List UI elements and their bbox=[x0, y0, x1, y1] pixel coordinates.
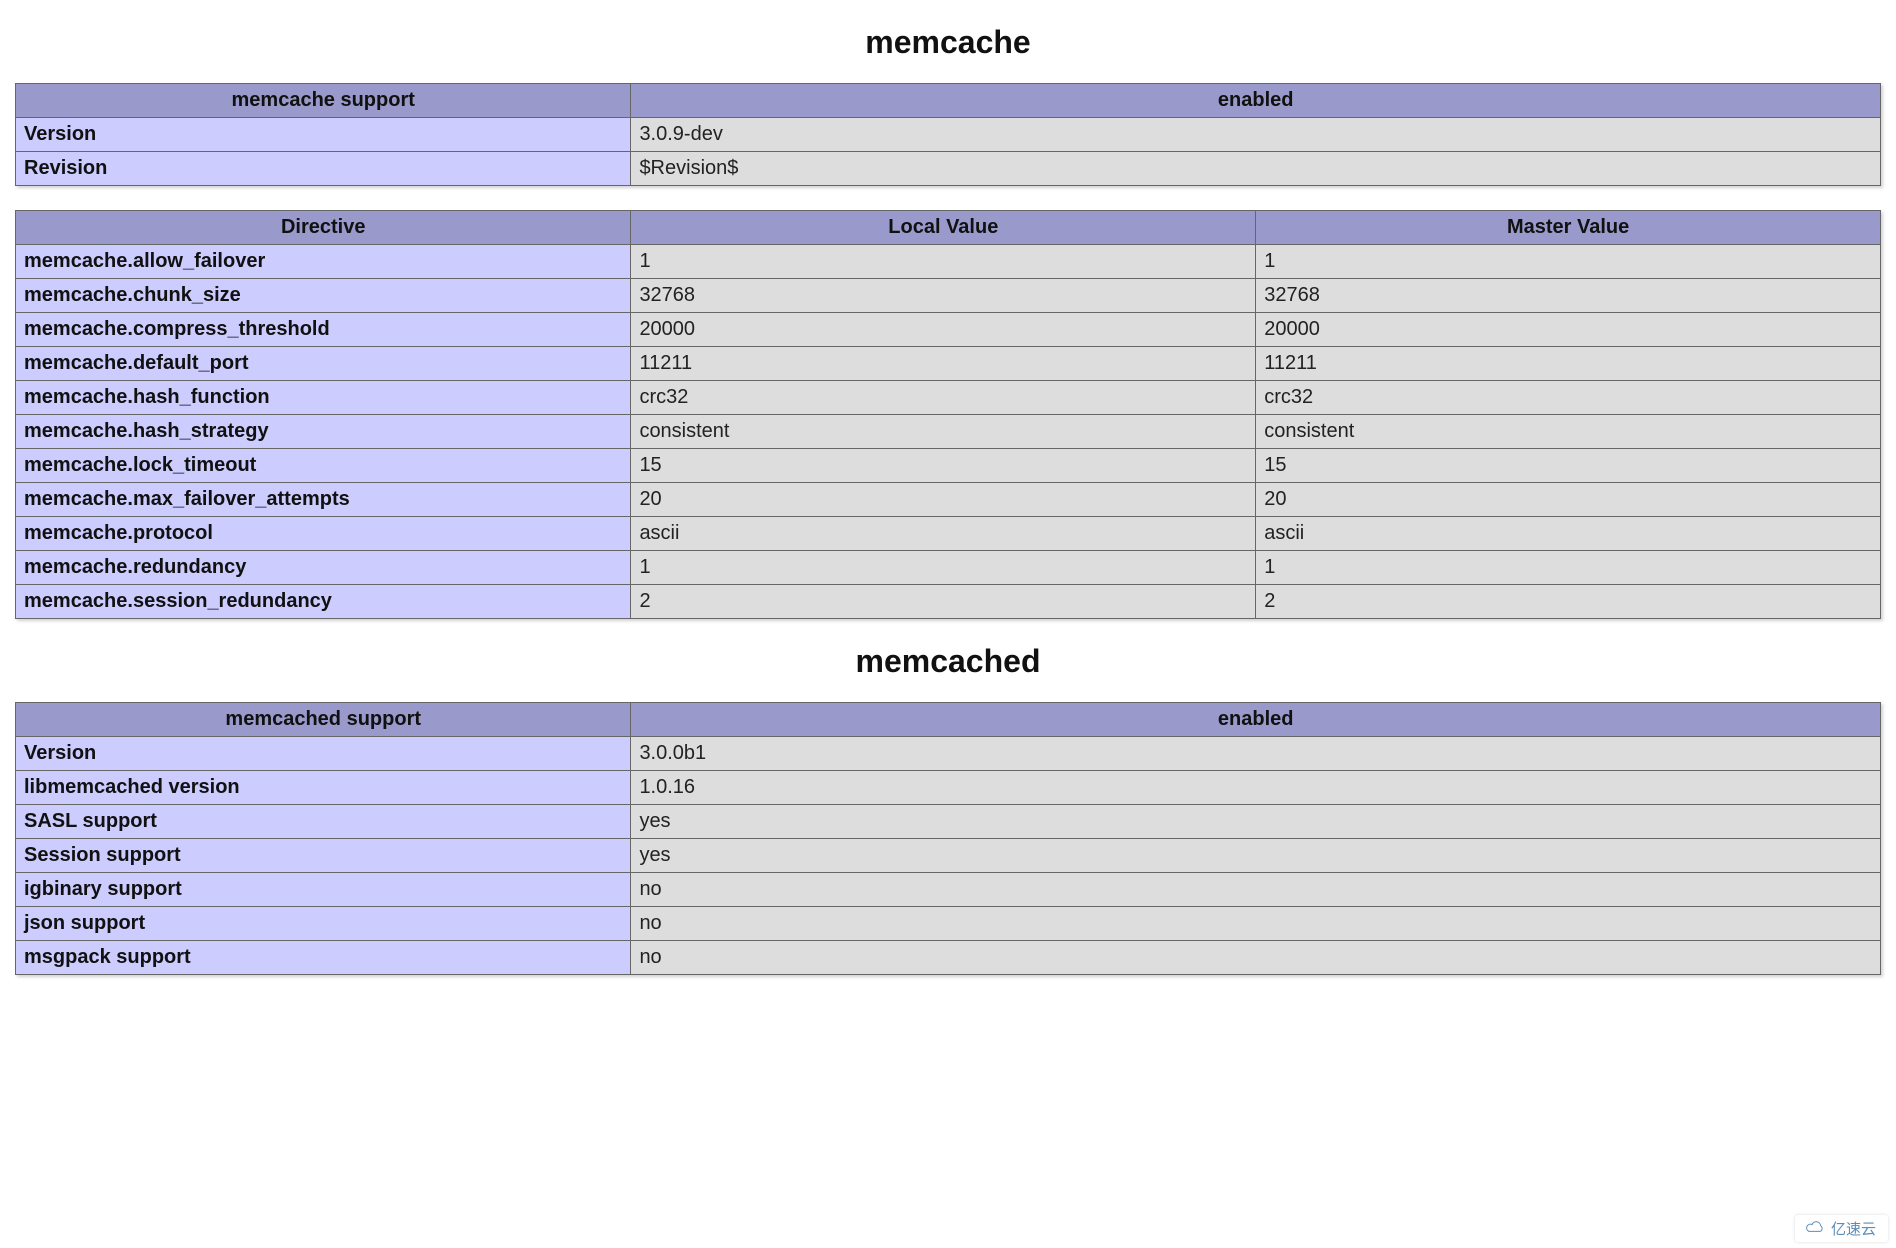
col-header-directive: Directive bbox=[16, 211, 631, 245]
directive-name: memcache.lock_timeout bbox=[16, 449, 631, 483]
row-value: $Revision$ bbox=[631, 152, 1881, 186]
memcache-support-table: memcache support enabled Version3.0.9-de… bbox=[15, 83, 1881, 186]
watermark-badge: 亿速云 bbox=[1795, 1215, 1888, 1242]
table-row: memcache.chunk_size3276832768 bbox=[16, 279, 1881, 313]
watermark-text: 亿速云 bbox=[1831, 1218, 1876, 1239]
memcache-directive-table: Directive Local Value Master Value memca… bbox=[15, 210, 1881, 619]
directive-name: memcache.allow_failover bbox=[16, 245, 631, 279]
cloud-icon bbox=[1805, 1220, 1825, 1238]
row-key: libmemcached version bbox=[16, 771, 631, 805]
table-row: memcache.hash_strategyconsistentconsiste… bbox=[16, 415, 1881, 449]
directive-name: memcache.hash_strategy bbox=[16, 415, 631, 449]
master-value: consistent bbox=[1256, 415, 1881, 449]
local-value: 20000 bbox=[631, 313, 1256, 347]
row-key: json support bbox=[16, 907, 631, 941]
row-key: Version bbox=[16, 737, 631, 771]
row-key: igbinary support bbox=[16, 873, 631, 907]
section-title-memcache: memcache bbox=[15, 24, 1881, 61]
row-value: no bbox=[631, 873, 1881, 907]
directive-name: memcache.chunk_size bbox=[16, 279, 631, 313]
table-row: libmemcached version1.0.16 bbox=[16, 771, 1881, 805]
table-row: memcache.lock_timeout1515 bbox=[16, 449, 1881, 483]
table-row: memcache.protocolasciiascii bbox=[16, 517, 1881, 551]
table-row: memcache.session_redundancy22 bbox=[16, 585, 1881, 619]
table-row: memcache.max_failover_attempts2020 bbox=[16, 483, 1881, 517]
table-row: memcache.allow_failover11 bbox=[16, 245, 1881, 279]
table-row: json supportno bbox=[16, 907, 1881, 941]
row-key: Session support bbox=[16, 839, 631, 873]
local-value: 2 bbox=[631, 585, 1256, 619]
table-row: memcache.hash_functioncrc32crc32 bbox=[16, 381, 1881, 415]
local-value: consistent bbox=[631, 415, 1256, 449]
local-value: 20 bbox=[631, 483, 1256, 517]
col-header-enabled: enabled bbox=[631, 703, 1881, 737]
local-value: ascii bbox=[631, 517, 1256, 551]
table-row: Session supportyes bbox=[16, 839, 1881, 873]
directive-name: memcache.compress_threshold bbox=[16, 313, 631, 347]
master-value: 1 bbox=[1256, 551, 1881, 585]
table-row: msgpack supportno bbox=[16, 941, 1881, 975]
master-value: 20 bbox=[1256, 483, 1881, 517]
row-value: no bbox=[631, 941, 1881, 975]
local-value: 1 bbox=[631, 245, 1256, 279]
col-header-support: memcache support bbox=[16, 84, 631, 118]
table-row: igbinary supportno bbox=[16, 873, 1881, 907]
master-value: 20000 bbox=[1256, 313, 1881, 347]
master-value: crc32 bbox=[1256, 381, 1881, 415]
row-value: 3.0.9-dev bbox=[631, 118, 1881, 152]
table-row: memcache.compress_threshold2000020000 bbox=[16, 313, 1881, 347]
row-key: Version bbox=[16, 118, 631, 152]
row-key: Revision bbox=[16, 152, 631, 186]
directive-name: memcache.protocol bbox=[16, 517, 631, 551]
table-row: memcache.redundancy11 bbox=[16, 551, 1881, 585]
master-value: 15 bbox=[1256, 449, 1881, 483]
col-header-local-value: Local Value bbox=[631, 211, 1256, 245]
local-value: 15 bbox=[631, 449, 1256, 483]
local-value: 32768 bbox=[631, 279, 1256, 313]
master-value: 2 bbox=[1256, 585, 1881, 619]
memcached-support-table: memcached support enabled Version3.0.0b1… bbox=[15, 702, 1881, 975]
directive-name: memcache.hash_function bbox=[16, 381, 631, 415]
master-value: 11211 bbox=[1256, 347, 1881, 381]
directive-name: memcache.session_redundancy bbox=[16, 585, 631, 619]
col-header-support: memcached support bbox=[16, 703, 631, 737]
col-header-enabled: enabled bbox=[631, 84, 1881, 118]
table-row: memcache.default_port1121111211 bbox=[16, 347, 1881, 381]
section-title-memcached: memcached bbox=[15, 643, 1881, 680]
local-value: 1 bbox=[631, 551, 1256, 585]
master-value: 1 bbox=[1256, 245, 1881, 279]
table-row: Version3.0.0b1 bbox=[16, 737, 1881, 771]
table-row: SASL supportyes bbox=[16, 805, 1881, 839]
row-value: yes bbox=[631, 839, 1881, 873]
directive-name: memcache.max_failover_attempts bbox=[16, 483, 631, 517]
directive-name: memcache.default_port bbox=[16, 347, 631, 381]
row-key: msgpack support bbox=[16, 941, 631, 975]
row-value: no bbox=[631, 907, 1881, 941]
master-value: 32768 bbox=[1256, 279, 1881, 313]
row-value: 1.0.16 bbox=[631, 771, 1881, 805]
row-value: 3.0.0b1 bbox=[631, 737, 1881, 771]
local-value: 11211 bbox=[631, 347, 1256, 381]
local-value: crc32 bbox=[631, 381, 1256, 415]
table-row: Revision$Revision$ bbox=[16, 152, 1881, 186]
row-value: yes bbox=[631, 805, 1881, 839]
row-key: SASL support bbox=[16, 805, 631, 839]
col-header-master-value: Master Value bbox=[1256, 211, 1881, 245]
directive-name: memcache.redundancy bbox=[16, 551, 631, 585]
table-row: Version3.0.9-dev bbox=[16, 118, 1881, 152]
master-value: ascii bbox=[1256, 517, 1881, 551]
